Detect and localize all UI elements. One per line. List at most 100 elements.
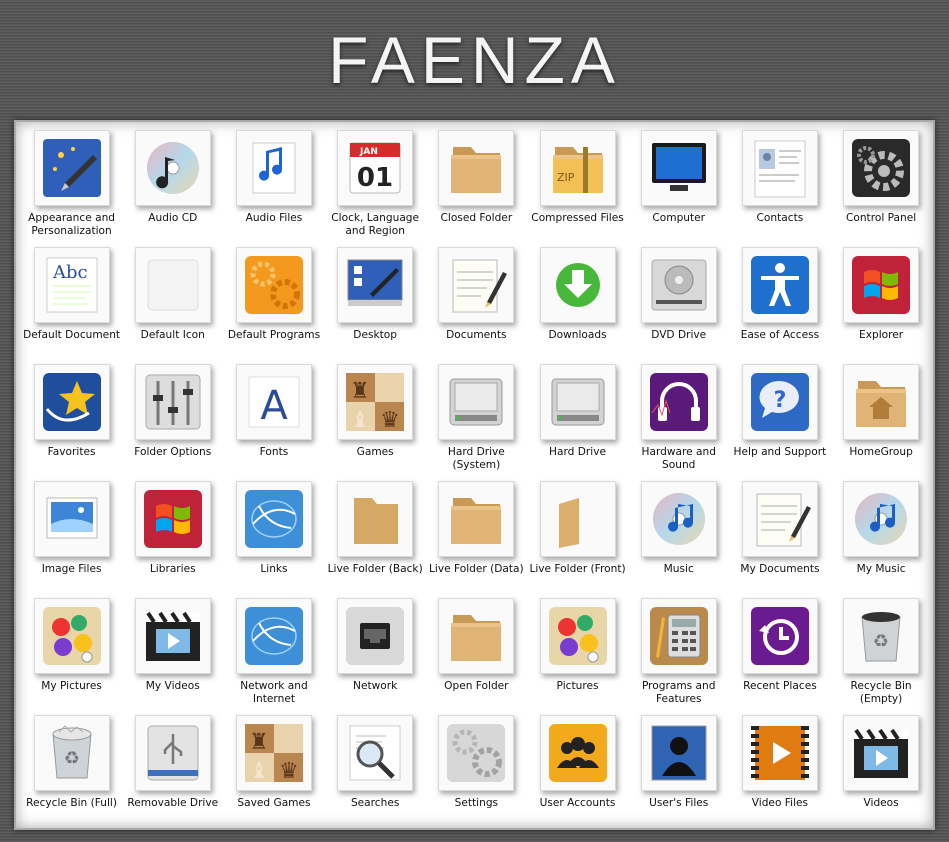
hard-drive-icon[interactable]: [539, 364, 616, 440]
notepad-pencil-icon[interactable]: [438, 247, 515, 323]
blank-icon[interactable]: [134, 247, 211, 323]
icon-item[interactable]: Removable Drive: [122, 715, 223, 832]
notepad-pencil-icon[interactable]: [741, 481, 818, 557]
folder-back-icon[interactable]: [337, 481, 414, 557]
users-icon[interactable]: [539, 715, 616, 791]
icon-item[interactable]: Contacts: [729, 130, 830, 247]
icon-item[interactable]: User's Files: [628, 715, 729, 832]
icon-item[interactable]: Default Programs: [223, 247, 324, 364]
history-clock-icon[interactable]: [741, 598, 818, 674]
music-cd-icon[interactable]: [640, 481, 717, 557]
icon-item[interactable]: Folder Options: [122, 364, 223, 481]
folder-front-icon[interactable]: [539, 481, 616, 557]
paint-palette-icon[interactable]: [539, 598, 616, 674]
desktop-icon[interactable]: [337, 247, 414, 323]
icon-item[interactable]: Open Folder: [426, 598, 527, 715]
music-cd-icon[interactable]: [843, 481, 920, 557]
gray-gears-icon[interactable]: [438, 715, 515, 791]
document-abc-icon[interactable]: Abc: [33, 247, 110, 323]
recycle-bin-full-icon[interactable]: ♻: [33, 715, 110, 791]
icon-item[interactable]: Computer: [628, 130, 729, 247]
icon-item[interactable]: Live Folder (Front): [527, 481, 628, 598]
clapper-icon[interactable]: [843, 715, 920, 791]
usb-icon[interactable]: [134, 715, 211, 791]
closed-folder-icon[interactable]: [438, 598, 515, 674]
globe-links-icon[interactable]: [235, 481, 312, 557]
help-bubble-icon[interactable]: ?: [741, 364, 818, 440]
icon-item[interactable]: JAN 01 Clock, Language and Region: [325, 130, 426, 247]
icon-item[interactable]: Downloads: [527, 247, 628, 364]
icon-item[interactable]: Default Icon: [122, 247, 223, 364]
icon-item[interactable]: Hard Drive: [527, 364, 628, 481]
icon-item[interactable]: Network: [325, 598, 426, 715]
star-icon[interactable]: [33, 364, 110, 440]
icon-item[interactable]: My Pictures: [21, 598, 122, 715]
closed-folder-icon[interactable]: [438, 130, 515, 206]
icon-item[interactable]: Searches: [325, 715, 426, 832]
download-arrow-icon[interactable]: [539, 247, 616, 323]
icon-item[interactable]: Libraries: [122, 481, 223, 598]
icon-item[interactable]: Live Folder (Data): [426, 481, 527, 598]
icon-item[interactable]: Audio CD: [122, 130, 223, 247]
icon-item[interactable]: My Documents: [729, 481, 830, 598]
icon-item[interactable]: Desktop: [325, 247, 426, 364]
icon-item[interactable]: ♜ ♛ ♝ Saved Games: [223, 715, 324, 832]
user-silhouette-icon[interactable]: [640, 715, 717, 791]
icon-item[interactable]: Closed Folder: [426, 130, 527, 247]
image-icon[interactable]: [33, 481, 110, 557]
icon-item[interactable]: HomeGroup: [831, 364, 932, 481]
appearance-icon[interactable]: [33, 130, 110, 206]
calendar-icon[interactable]: JAN 01: [337, 130, 414, 206]
icon-item[interactable]: Hard Drive (System): [426, 364, 527, 481]
icon-item[interactable]: Programs and Features: [628, 598, 729, 715]
windows-logo-icon[interactable]: [843, 247, 920, 323]
gear-icon[interactable]: [843, 130, 920, 206]
icon-item[interactable]: Image Files: [21, 481, 122, 598]
globe-links-icon[interactable]: [235, 598, 312, 674]
icon-item[interactable]: Audio Files: [223, 130, 324, 247]
icon-item[interactable]: Recent Places: [729, 598, 830, 715]
icon-item[interactable]: DVD Drive: [628, 247, 729, 364]
font-icon[interactable]: A: [235, 364, 312, 440]
icon-item[interactable]: My Videos: [122, 598, 223, 715]
audio-files-icon[interactable]: [235, 130, 312, 206]
contact-card-icon[interactable]: [741, 130, 818, 206]
icon-item[interactable]: Hardware and Sound: [628, 364, 729, 481]
icon-item[interactable]: Music: [628, 481, 729, 598]
icon-item[interactable]: ♻ Recycle Bin (Full): [21, 715, 122, 832]
icon-item[interactable]: Explorer: [831, 247, 932, 364]
monitor-icon[interactable]: [640, 130, 717, 206]
home-folder-icon[interactable]: [843, 364, 920, 440]
accessibility-icon[interactable]: [741, 247, 818, 323]
icon-item[interactable]: Video Files: [729, 715, 830, 832]
ethernet-icon[interactable]: [337, 598, 414, 674]
calculator-icon[interactable]: [640, 598, 717, 674]
icon-item[interactable]: Pictures: [527, 598, 628, 715]
icon-item[interactable]: Links: [223, 481, 324, 598]
chess-icon[interactable]: ♜ ♛ ♝: [337, 364, 414, 440]
audio-cd-icon[interactable]: [134, 130, 211, 206]
closed-folder-icon[interactable]: [438, 481, 515, 557]
dvd-drive-icon[interactable]: [640, 247, 717, 323]
icon-item[interactable]: Appearance and Personalization: [21, 130, 122, 247]
icon-item[interactable]: ZIP Compressed Files: [527, 130, 628, 247]
icon-item[interactable]: Favorites: [21, 364, 122, 481]
chess-icon[interactable]: ♜ ♛ ♝: [235, 715, 312, 791]
icon-item[interactable]: Ease of Access: [729, 247, 830, 364]
paint-palette-icon[interactable]: [33, 598, 110, 674]
orange-gears-icon[interactable]: [235, 247, 312, 323]
windows-logo-icon[interactable]: [134, 481, 211, 557]
clapper-icon[interactable]: [134, 598, 211, 674]
icon-item[interactable]: ? Help and Support: [729, 364, 830, 481]
icon-item[interactable]: User Accounts: [527, 715, 628, 832]
icon-item[interactable]: ♻ Recycle Bin (Empty): [831, 598, 932, 715]
headphones-icon[interactable]: [640, 364, 717, 440]
icon-item[interactable]: Control Panel: [831, 130, 932, 247]
magnifier-icon[interactable]: [337, 715, 414, 791]
icon-item[interactable]: Documents: [426, 247, 527, 364]
icon-item[interactable]: A Fonts: [223, 364, 324, 481]
icon-item[interactable]: Live Folder (Back): [325, 481, 426, 598]
hard-drive-icon[interactable]: [438, 364, 515, 440]
icon-item[interactable]: Abc Default Document: [21, 247, 122, 364]
icon-item[interactable]: ♜ ♛ ♝ Games: [325, 364, 426, 481]
